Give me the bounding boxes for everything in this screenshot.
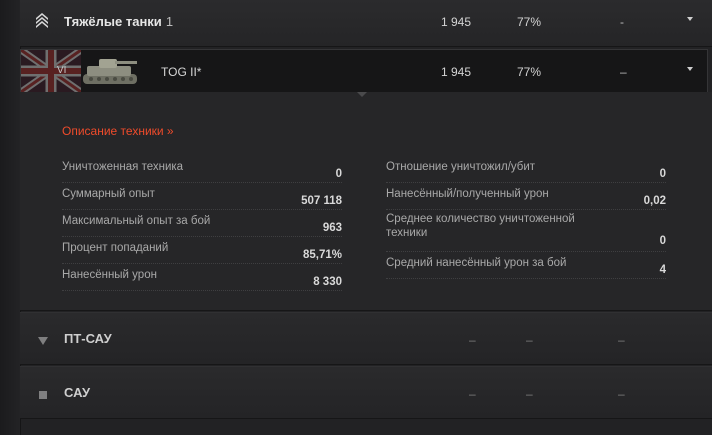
category-count: 1 [165, 14, 174, 29]
category-header-spg[interactable]: САУ – – – [20, 366, 712, 419]
vehicle-stats-panel: Тяжёлые танки 1 1 945 77% - VI TOG II* 1… [0, 0, 712, 435]
stat-row: Максимальный опыт за бой 963 [62, 210, 342, 237]
mastery-mark: – [618, 387, 625, 401]
stat-row: Уничтоженная техника 0 [62, 156, 342, 183]
win-rate: 77% [517, 15, 542, 29]
stat-row: Среднее количество уничтоженной техники … [386, 210, 666, 252]
left-margin [0, 0, 21, 435]
category-title: ПТ-САУ [64, 331, 112, 346]
stat-value: 4 [659, 264, 666, 276]
stat-label: Нанесённый урон [62, 269, 157, 281]
stat-row: Отношение уничтожил/убит 0 [386, 156, 666, 183]
stat-value: 0,02 [643, 195, 666, 207]
stat-label: Максимальный опыт за бой [62, 215, 211, 227]
pointer-notch [357, 92, 367, 97]
stat-row: Суммарный опыт 507 118 [62, 183, 342, 210]
battles-count: 1 945 [441, 65, 472, 79]
category-title: САУ [64, 385, 91, 400]
category-header-tank-destroyers[interactable]: ПТ-САУ – – – [20, 312, 712, 365]
stat-value: 0 [659, 168, 666, 180]
vehicle-details-panel: Описание техники » Уничтоженная техника … [20, 92, 712, 311]
stat-label: Суммарный опыт [62, 188, 155, 200]
stat-value: 0 [335, 168, 342, 180]
vehicle-description-link[interactable]: Описание техники » [62, 124, 174, 138]
category-header-heavy-tanks[interactable]: Тяжёлые танки 1 1 945 77% - [20, 0, 712, 47]
uk-flag-icon [21, 50, 81, 92]
stats-right-column: Отношение уничтожил/убит 0 Нанесённый/по… [386, 156, 666, 279]
win-rate: 77% [517, 65, 542, 79]
stat-value: 0 [659, 235, 666, 247]
stat-label: Нанесённый/полученный урон [386, 188, 549, 200]
stat-row: Нанесённый/полученный урон 0,02 [386, 183, 666, 210]
stat-label: Отношение уничтожил/убит [386, 161, 536, 173]
vehicle-row-tog-ii[interactable]: VI TOG II* 1 945 77% – [20, 49, 708, 93]
tank-image [77, 52, 143, 90]
mastery-mark: – [620, 65, 627, 79]
stat-value: 963 [322, 222, 342, 234]
chevron-down-icon[interactable] [687, 17, 693, 21]
stat-value: 8 330 [313, 276, 342, 288]
stat-label: Уничтоженная техника [62, 161, 184, 173]
stats-left-column: Уничтоженная техника 0 Суммарный опыт 50… [62, 156, 342, 291]
stat-row: Нанесённый урон 8 330 [62, 264, 342, 291]
tank-destroyer-class-icon [38, 333, 48, 351]
vehicle-tier: VI [57, 65, 67, 76]
stat-label: Среднее количество уничтоженной техники [386, 213, 575, 239]
battles-count: – [469, 333, 476, 347]
mastery-mark: - [620, 15, 624, 29]
stat-row: Средний нанесённый урон за бой 4 [386, 252, 666, 279]
category-title-text: Тяжёлые танки [64, 14, 162, 29]
category-title: Тяжёлые танки 1 [64, 14, 173, 29]
vehicle-name: TOG II* [161, 65, 202, 79]
stat-value: 85,71% [302, 249, 342, 261]
stat-row: Процент попаданий 85,71% [62, 237, 342, 264]
spg-class-icon [38, 387, 48, 405]
heavy-tank-class-icon [34, 12, 50, 30]
battles-count: 1 945 [441, 15, 472, 29]
win-rate: – [526, 333, 533, 347]
mastery-mark: – [618, 333, 625, 347]
stat-value: 507 118 [301, 195, 342, 207]
win-rate: – [526, 387, 533, 401]
chevron-down-icon[interactable] [687, 67, 693, 71]
stat-label: Средний нанесённый урон за бой [386, 257, 567, 269]
battles-count: – [469, 387, 476, 401]
stat-label: Процент попаданий [62, 242, 169, 254]
